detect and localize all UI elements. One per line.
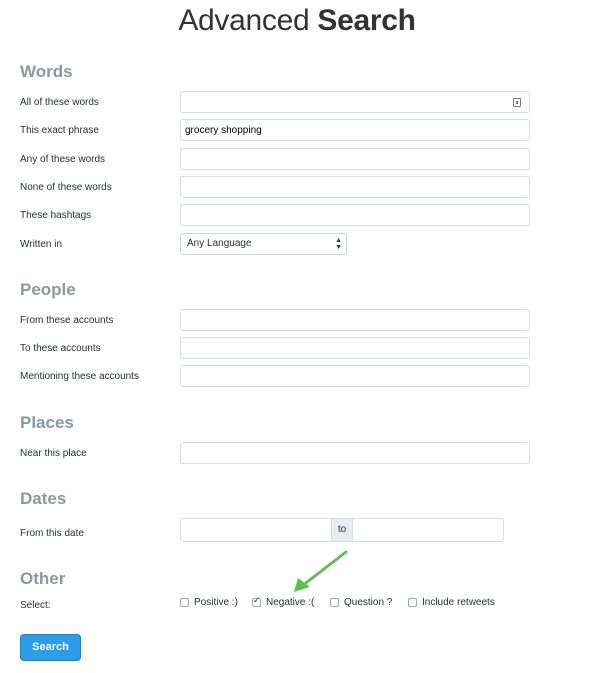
hashtags-field[interactable] [180,204,530,226]
option-include-retweets[interactable]: Include retweets [408,597,495,608]
section-heading-people: People [20,280,76,299]
any-words-input[interactable] [185,149,525,169]
option-label: Question ? [344,597,393,608]
from-date-label: From this date [20,528,84,539]
exact-phrase-input[interactable] [185,120,525,140]
page-title-light: Advanced [178,4,310,37]
to-date-input[interactable] [353,518,504,542]
section-heading-other: Other [20,569,66,588]
mentioning-accounts-input[interactable] [185,366,525,386]
positive-checkbox[interactable] [180,598,189,607]
include-retweets-checkbox[interactable] [408,598,417,607]
section-heading-dates: Dates [20,489,67,508]
all-words-input[interactable] [185,92,525,112]
negative-checkbox[interactable] [252,596,261,607]
to-accounts-field[interactable] [180,337,530,359]
all-words-field[interactable] [180,91,530,113]
option-label: Include retweets [422,597,495,608]
option-label: Negative :( [266,597,315,608]
to-accounts-label: To these accounts [20,343,101,354]
page-title: Advanced Search [0,4,594,38]
none-words-field[interactable] [180,176,530,198]
search-button[interactable]: Search [20,634,81,661]
date-to-separator: to [331,518,353,542]
option-positive[interactable]: Positive :) [180,597,238,608]
all-words-label: All of these words [20,97,99,108]
password-manager-icon[interactable] [513,98,521,107]
from-accounts-label: From these accounts [20,315,114,326]
section-heading-words: Words [20,62,73,81]
language-selected-value: Any Language [187,238,252,249]
language-select[interactable]: Any Language ▲ ▼ [180,233,347,255]
from-accounts-input[interactable] [185,310,525,330]
option-label: Positive :) [194,597,238,608]
near-place-input[interactable] [185,443,525,463]
near-place-field[interactable] [180,442,530,464]
hashtags-input[interactable] [185,205,525,225]
to-accounts-input[interactable] [185,338,525,358]
page-title-bold: Search [317,4,416,37]
annotation-arrow-icon [294,550,348,592]
from-date-input[interactable] [180,518,332,542]
select-label: Select: [20,600,51,611]
from-accounts-field[interactable] [180,309,530,331]
written-in-label: Written in [20,239,63,250]
any-words-label: Any of these words [20,154,106,165]
any-words-field[interactable] [180,148,530,170]
none-words-label: None of these words [20,182,112,193]
question-checkbox[interactable] [330,598,339,607]
hashtags-label: These hashtags [20,210,92,221]
none-words-input[interactable] [185,177,525,197]
mentioning-accounts-field[interactable] [180,365,530,387]
select-arrows-icon: ▲ ▼ [335,237,342,251]
option-negative[interactable]: Negative :( [252,596,315,608]
near-place-label: Near this place [20,448,87,459]
option-question[interactable]: Question ? [330,597,392,608]
exact-phrase-label: This exact phrase [20,125,99,136]
mentioning-accounts-label: Mentioning these accounts [20,371,139,382]
exact-phrase-field[interactable] [180,119,530,141]
section-heading-places: Places [20,413,74,432]
